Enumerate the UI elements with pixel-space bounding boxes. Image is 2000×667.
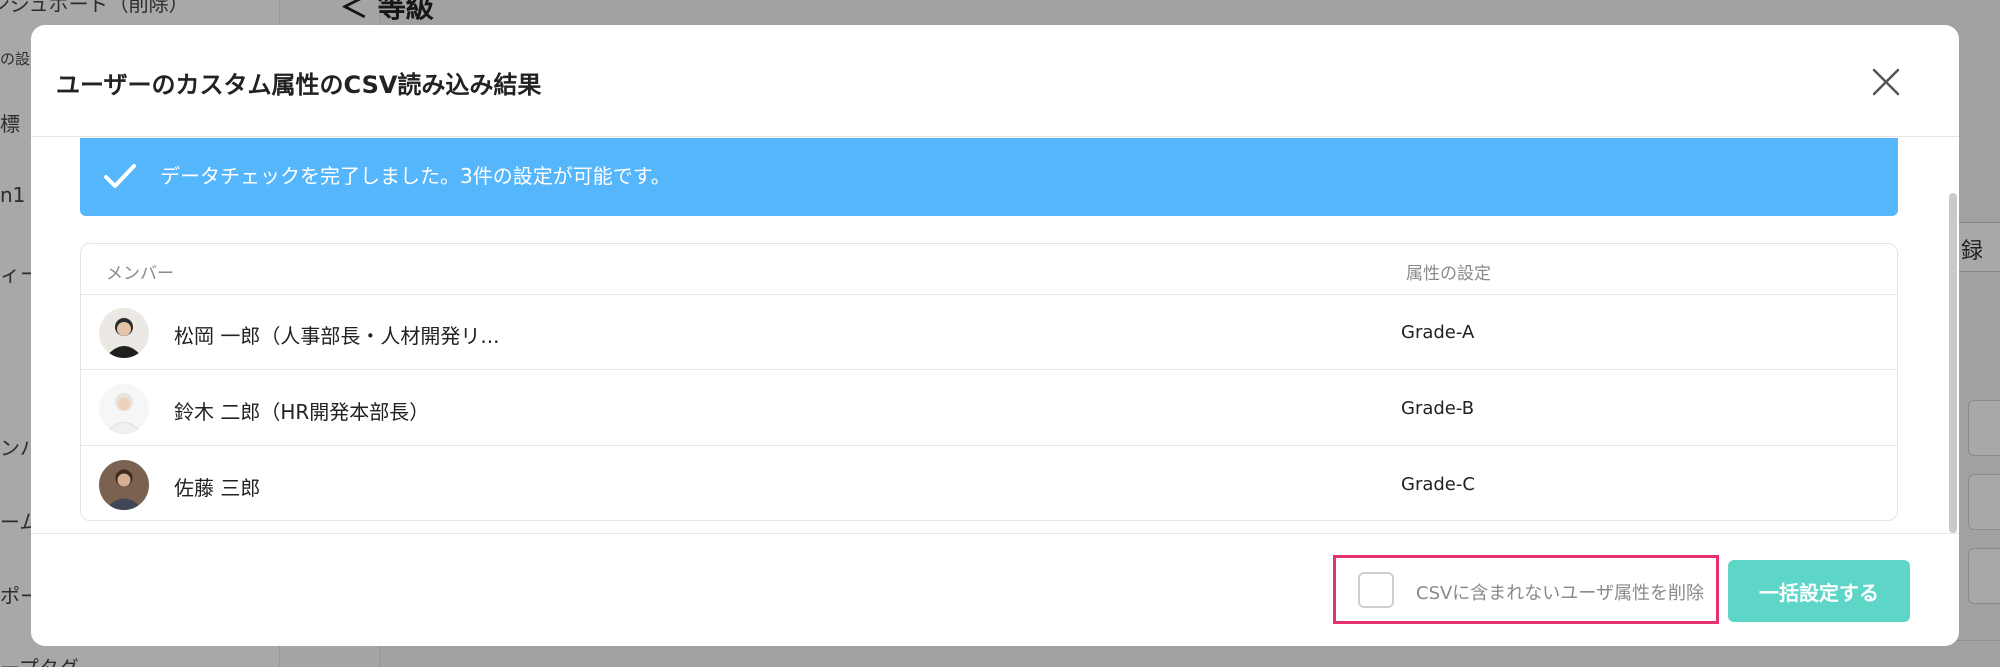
avatar [99, 384, 149, 434]
avatar [99, 308, 149, 358]
delete-missing-attributes-label[interactable]: CSVに含まれないユーザ属性を削除 [1416, 579, 1704, 605]
table-row: 佐藤 三郎 Grade-C [81, 447, 1897, 520]
close-button[interactable] [1869, 65, 1903, 99]
banner-message: データチェックを完了しました。3件の設定が可能です。 [160, 164, 671, 188]
member-name: 佐藤 三郎 [174, 476, 261, 500]
attribute-value: Grade-B [1401, 398, 1475, 419]
attribute-value: Grade-A [1401, 322, 1475, 343]
csv-import-result-modal: ユーザーのカスタム属性のCSV読み込み結果 データチェックを完了しました。3件の… [31, 25, 1959, 646]
table-header: メンバー 属性の設定 [81, 244, 1897, 295]
result-table: メンバー 属性の設定 松岡 一郎（人事部長・人材開発リ... Grade-A 鈴… [80, 243, 1898, 521]
delete-missing-attributes-checkbox[interactable] [1358, 572, 1394, 608]
bulk-apply-button[interactable]: 一括設定する [1728, 560, 1910, 622]
member-name: 鈴木 二郎（HR開発本部長） [174, 400, 430, 424]
highlight-annotation: CSVに含まれないユーザ属性を削除 [1333, 555, 1719, 624]
table-row: 松岡 一郎（人事部長・人材開発リ... Grade-A [81, 295, 1897, 370]
modal-header: ユーザーのカスタム属性のCSV読み込み結果 [31, 25, 1959, 137]
column-header-attribute: 属性の設定 [1406, 264, 1491, 284]
check-icon [104, 164, 136, 188]
modal-title: ユーザーのカスタム属性のCSV読み込み結果 [56, 71, 542, 99]
attribute-value: Grade-C [1401, 474, 1475, 495]
table-row: 鈴木 二郎（HR開発本部長） Grade-B [81, 371, 1897, 446]
member-name: 松岡 一郎（人事部長・人材開発リ... [174, 324, 500, 348]
avatar [99, 460, 149, 510]
scrollbar[interactable] [1949, 193, 1957, 533]
close-icon [1872, 68, 1900, 96]
modal-body[interactable]: データチェックを完了しました。3件の設定が可能です。 メンバー 属性の設定 松岡… [31, 138, 1959, 531]
column-header-member: メンバー [106, 264, 174, 284]
success-banner: データチェックを完了しました。3件の設定が可能です。 [80, 138, 1898, 216]
modal-footer: CSVに含まれないユーザ属性を削除 一括設定する [31, 533, 1959, 646]
